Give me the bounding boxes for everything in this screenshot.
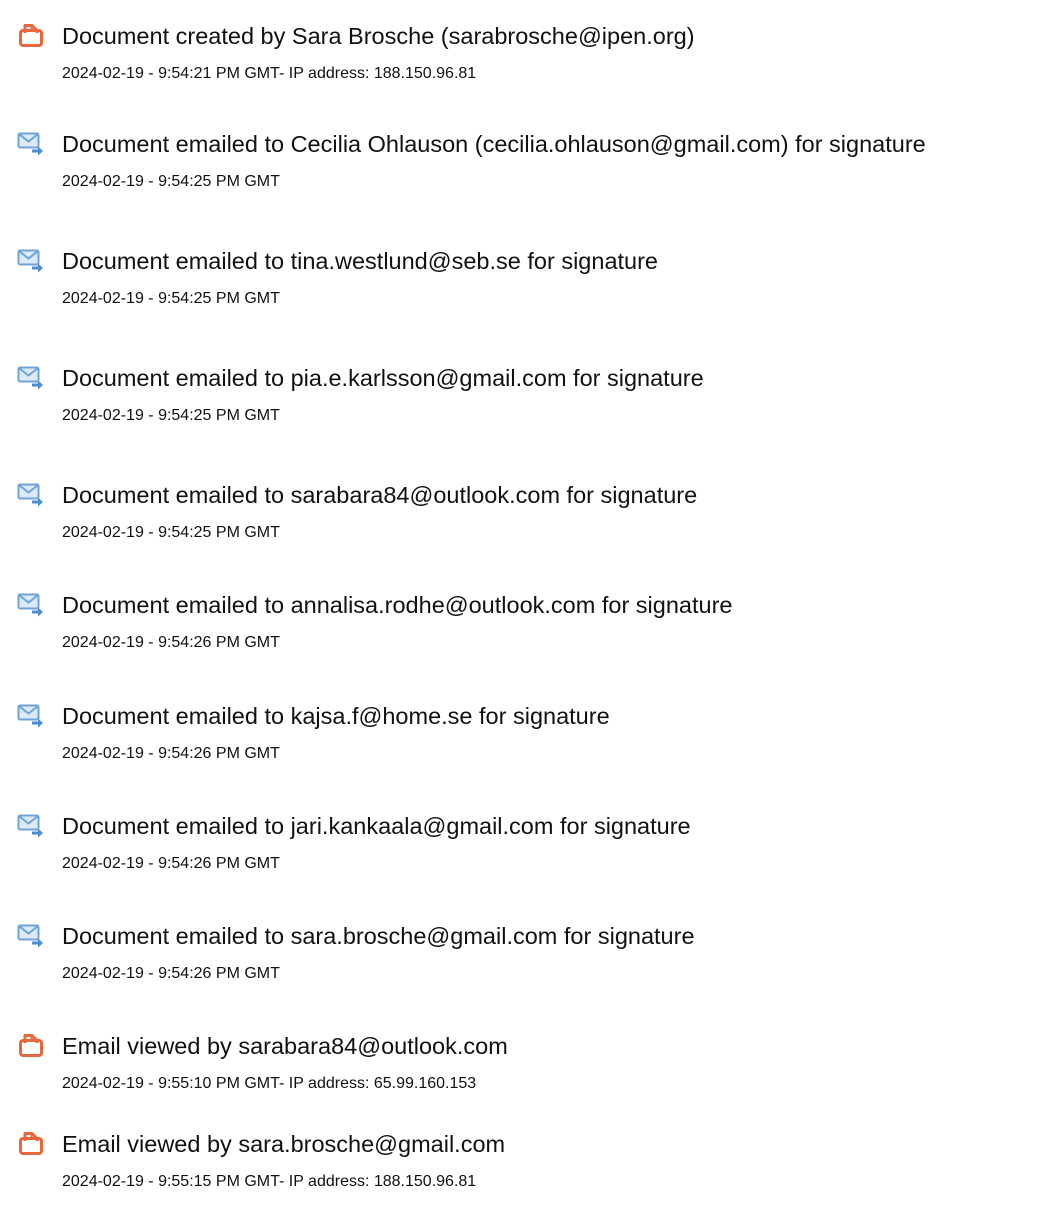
event-document-emailed: Document emailed to tina.westlund@seb.se…	[0, 247, 1043, 337]
event-title: Document emailed to jari.kankaala@gmail.…	[62, 813, 691, 839]
event-title: Document emailed to tina.westlund@seb.se…	[62, 248, 659, 274]
email-sent-icon	[17, 591, 45, 617]
event-title: Document emailed to sarabara84@outlook.c…	[62, 482, 698, 508]
email-sent-icon	[17, 702, 45, 728]
event-email-viewed: Email viewed by sarabara84@outlook.com 2…	[0, 1032, 1043, 1122]
event-timestamp: 2024-02-19 - 9:54:26 PM GMT	[62, 745, 280, 762]
event-document-emailed: Document emailed to kajsa.f@home.se for …	[0, 702, 1043, 792]
event-title: Document emailed to Cecilia Ohlauson (ce…	[62, 131, 926, 157]
event-document-emailed: Document emailed to jari.kankaala@gmail.…	[0, 812, 1043, 902]
event-title: Document emailed to kajsa.f@home.se for …	[62, 703, 610, 729]
document-icon	[17, 22, 45, 48]
event-timestamp: 2024-02-19 - 9:54:21 PM GMT- IP address:…	[62, 65, 477, 82]
event-timestamp: 2024-02-19 - 9:54:25 PM GMT	[62, 524, 280, 541]
event-email-viewed: Email viewed by sara.brosche@gmail.com 2…	[0, 1130, 1043, 1220]
event-title: Document emailed to sara.brosche@gmail.c…	[62, 923, 695, 949]
email-sent-icon	[17, 812, 45, 838]
event-title: Document created by Sara Brosche (sarabr…	[62, 23, 695, 49]
email-sent-icon	[17, 364, 45, 390]
event-title: Document emailed to annalisa.rodhe@outlo…	[62, 592, 733, 618]
event-title: Document emailed to pia.e.karlsson@gmail…	[62, 365, 704, 391]
event-document-emailed: Document emailed to annalisa.rodhe@outlo…	[0, 591, 1043, 681]
event-timestamp: 2024-02-19 - 9:55:15 PM GMT- IP address:…	[62, 1173, 477, 1190]
event-document-emailed: Document emailed to pia.e.karlsson@gmail…	[0, 364, 1043, 454]
event-timestamp: 2024-02-19 - 9:54:25 PM GMT	[62, 173, 280, 190]
event-timestamp: 2024-02-19 - 9:54:26 PM GMT	[62, 634, 280, 651]
event-timestamp: 2024-02-19 - 9:54:26 PM GMT	[62, 855, 280, 872]
event-timestamp: 2024-02-19 - 9:54:25 PM GMT	[62, 407, 280, 424]
event-document-created: Document created by Sara Brosche (sarabr…	[0, 22, 1043, 112]
event-document-emailed: Document emailed to sarabara84@outlook.c…	[0, 481, 1043, 571]
event-title: Email viewed by sara.brosche@gmail.com	[62, 1131, 506, 1157]
document-icon	[17, 1032, 45, 1058]
event-timestamp: 2024-02-19 - 9:54:26 PM GMT	[62, 965, 280, 982]
event-title: Email viewed by sarabara84@outlook.com	[62, 1033, 508, 1059]
email-sent-icon	[17, 130, 45, 156]
event-timestamp: 2024-02-19 - 9:55:10 PM GMT- IP address:…	[62, 1075, 477, 1092]
email-sent-icon	[17, 247, 45, 273]
email-sent-icon	[17, 922, 45, 948]
event-timestamp: 2024-02-19 - 9:54:25 PM GMT	[62, 290, 280, 307]
document-icon	[17, 1130, 45, 1156]
email-sent-icon	[17, 481, 45, 507]
event-document-emailed: Document emailed to Cecilia Ohlauson (ce…	[0, 130, 1043, 220]
event-document-emailed: Document emailed to sara.brosche@gmail.c…	[0, 922, 1043, 1012]
